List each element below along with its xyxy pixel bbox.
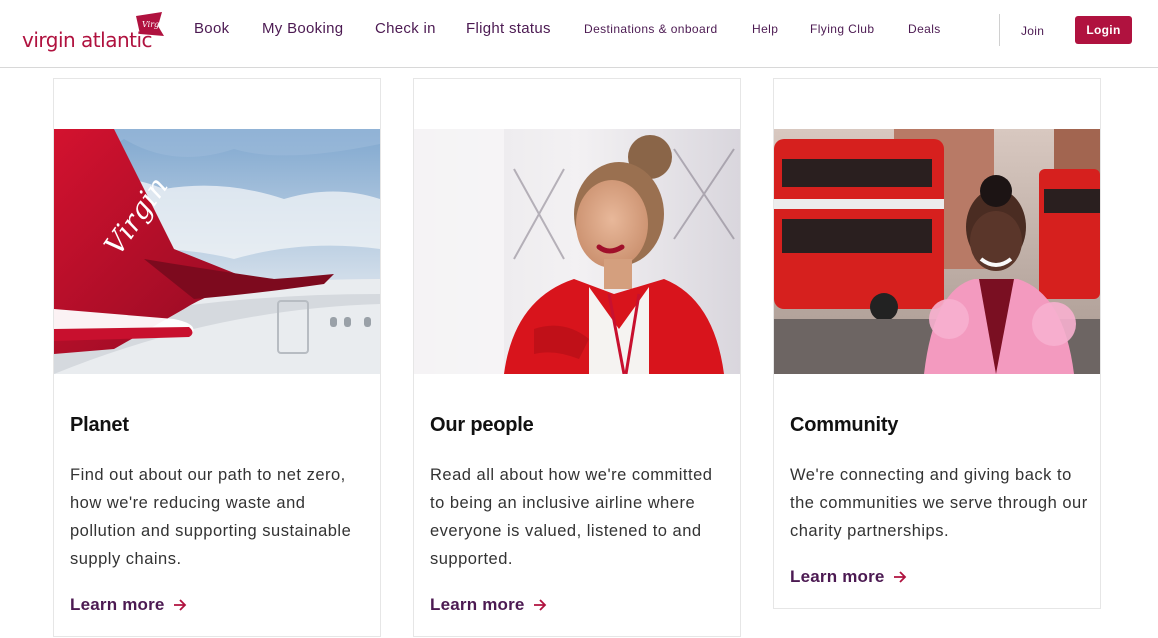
nav-check-in[interactable]: Check in	[375, 20, 436, 37]
cabin-crew-illustration	[414, 129, 740, 374]
card-our-people: Our people Read all about how we're comm…	[413, 78, 741, 637]
learn-more-label: Learn more	[70, 595, 165, 614]
virgin-atlantic-logo[interactable]: virgin atlantic Virgin	[22, 12, 167, 52]
virgin-flag-icon: Virgin	[136, 12, 164, 36]
learn-more-label: Learn more	[790, 567, 885, 586]
nav-help[interactable]: Help	[752, 22, 778, 36]
card-description: Find out about our path to net zero, how…	[70, 466, 352, 568]
learn-more-link[interactable]: Learn more	[430, 595, 547, 615]
nav-book[interactable]: Book	[194, 20, 229, 37]
aircraft-tail-image[interactable]: Virgin	[54, 129, 380, 374]
login-button[interactable]: Login	[1075, 16, 1132, 44]
nav-flight-status[interactable]: Flight status	[466, 20, 551, 37]
nav-divider	[999, 14, 1000, 46]
card-community: Community We're connecting and giving ba…	[773, 78, 1101, 609]
nav-flying-club[interactable]: Flying Club	[810, 22, 874, 36]
card-description: Read all about how we're committed to be…	[430, 466, 713, 568]
flag-text: Virgin	[142, 20, 164, 29]
card-title: Planet	[70, 414, 129, 436]
aircraft-tail-illustration: Virgin	[54, 129, 380, 374]
card-planet: Virgin Planet Find out about our path to…	[53, 78, 381, 637]
nav-deals[interactable]: Deals	[908, 22, 941, 36]
site-header: virgin atlantic Virgin Book My Booking C…	[0, 0, 1158, 68]
cabin-crew-image[interactable]	[414, 129, 740, 374]
arrow-right-icon	[173, 599, 186, 611]
nav-my-booking[interactable]: My Booking	[262, 20, 343, 37]
card-description: We're connecting and giving back to the …	[790, 466, 1088, 540]
arrow-right-icon	[533, 599, 546, 611]
card-title: Our people	[430, 414, 534, 436]
logo-wordmark: virgin atlantic	[22, 28, 153, 52]
arrow-right-icon	[893, 571, 906, 583]
learn-more-link[interactable]: Learn more	[790, 567, 907, 587]
learn-more-link[interactable]: Learn more	[70, 595, 187, 615]
card-title: Community	[790, 414, 899, 436]
community-illustration	[774, 129, 1100, 374]
nav-destinations-onboard[interactable]: Destinations & onboard	[584, 22, 718, 36]
join-link[interactable]: Join	[1021, 24, 1044, 38]
learn-more-label: Learn more	[430, 595, 525, 614]
community-image[interactable]	[774, 129, 1100, 374]
